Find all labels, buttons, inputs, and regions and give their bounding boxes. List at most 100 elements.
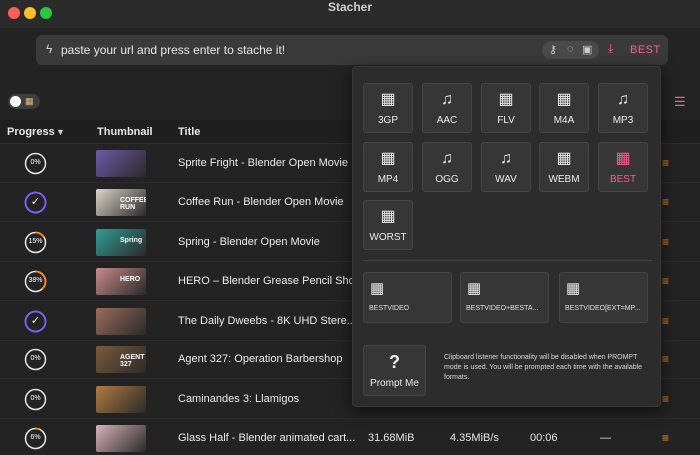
format-option-3gp[interactable]: ▦ 3GP [363, 83, 413, 133]
cookie-icon[interactable]: ◌ [567, 43, 574, 55]
video-thumbnail [96, 425, 146, 452]
row-menu-icon[interactable]: ≡ [662, 314, 669, 328]
prompt-note: Clipboard listener functionality will be… [444, 354, 643, 381]
app-window: Stacher ϟ paste your url and press enter… [0, 0, 700, 455]
download-icon: ⤓ [608, 41, 614, 55]
video-combo-option[interactable]: ▦ BESTVIDEO[EXT=MP... [559, 272, 648, 323]
video-thumbnail [96, 308, 146, 335]
archive-icon[interactable]: ▣ [582, 43, 592, 56]
thumbnail-text: HERO [120, 276, 141, 283]
thumbnail-text: Spring [120, 237, 143, 244]
film-icon: ▦ [498, 91, 514, 108]
music-note-icon: ♫ [500, 150, 512, 167]
progress-percent: 0% [30, 355, 41, 362]
format-dropdown: ▦ 3GP ♫ AAC ▦ FLV ▦ M4A ♫ MP3 ▦ MP4 ♫ OGG ♫ WAV ▦ WEBM ▦ BE… [352, 66, 661, 407]
format-label: FLV [497, 115, 515, 126]
column-header-title[interactable]: Title [178, 126, 200, 138]
progress-percent: 6% [30, 434, 41, 441]
title-bar: Stacher [0, 0, 700, 28]
video-combo-option[interactable]: ▦ BESTVIDEO+BESTA... [460, 272, 549, 323]
row-menu-icon[interactable]: ≡ [662, 431, 669, 445]
music-note-icon: ♫ [617, 91, 629, 108]
format-label: 3GP [377, 115, 398, 126]
film-icon: ▦ [566, 280, 581, 297]
video-combo-label: BESTVIDEO[EXT=MP... [565, 305, 641, 312]
film-icon: ▦ [380, 91, 396, 108]
film-icon: ▦ [556, 91, 572, 108]
video-thumbnail: Spring [96, 229, 146, 256]
video-title: Sprite Fright - Blender Open Movie [178, 157, 348, 169]
film-icon: ▦ [556, 150, 572, 167]
row-menu-icon[interactable]: ≡ [662, 352, 669, 366]
format-option-wav[interactable]: ♫ WAV [481, 142, 531, 192]
format-option-ogg[interactable]: ♫ OGG [422, 142, 472, 192]
video-combo-option[interactable]: ▦ BESTVIDEO [363, 272, 452, 323]
column-header-thumbnail[interactable]: Thumbnail [97, 126, 153, 138]
progress-percent: 0% [30, 395, 41, 402]
format-divider [363, 260, 652, 261]
format-label: OGG [435, 174, 459, 185]
prompt-me-label: Prompt Me [370, 378, 419, 389]
film-icon: ▦ [380, 208, 396, 225]
video-title: Glass Half - Blender animated cart... [178, 432, 356, 444]
progress-percent: 0% [30, 159, 41, 166]
key-icon[interactable]: ⚷ [549, 43, 557, 56]
format-label: WORST [369, 232, 407, 243]
film-icon: ▦ [370, 280, 385, 297]
video-thumbnail [96, 150, 146, 177]
progress-ring: 0% [24, 388, 47, 411]
table-row[interactable]: 6% Glass Half - Blender animated cart... 3… [0, 419, 700, 455]
format-option-aac[interactable]: ♫ AAC [422, 83, 472, 133]
row-menu-icon[interactable]: ≡ [662, 156, 669, 170]
format-option-best[interactable]: ▦ BEST [598, 142, 648, 192]
settings-sliders-icon[interactable]: ☰ [674, 94, 686, 110]
video-thumbnail: COFFEE RUN [96, 189, 146, 216]
column-header-progress[interactable]: Progress [7, 126, 55, 138]
video-thumbnail: HERO [96, 268, 146, 295]
url-tools-group: ⚷ ◌ ▣ [542, 41, 599, 59]
lightning-icon: ϟ [46, 42, 53, 56]
format-option-m4a[interactable]: ▦ M4A [539, 83, 589, 133]
row-menu-icon[interactable]: ≡ [662, 274, 669, 288]
prompt-me-button[interactable]: ? Prompt Me [363, 345, 426, 396]
check-icon: ✓ [30, 196, 41, 208]
video-title: Coffee Run - Blender Open Movie [178, 196, 344, 208]
toggle-knob [10, 96, 21, 107]
format-option-worst[interactable]: ▦ WORST [363, 200, 413, 250]
download-extra: — [600, 432, 611, 444]
download-speed: 4.35MiB/s [450, 432, 499, 444]
video-title: Caminandes 3: Llamigos [178, 393, 300, 405]
row-menu-icon[interactable]: ≡ [662, 195, 669, 209]
format-label: AAC [436, 115, 458, 126]
format-option-mp3[interactable]: ♫ MP3 [598, 83, 648, 133]
video-title: Agent 327: Operation Barbershop [178, 353, 343, 365]
video-title: Spring - Blender Open Movie [178, 236, 320, 248]
format-option-mp4[interactable]: ▦ MP4 [363, 142, 413, 192]
row-menu-icon[interactable]: ≡ [662, 235, 669, 249]
film-icon: ▦ [380, 150, 396, 167]
format-option-flv[interactable]: ▦ FLV [481, 83, 531, 133]
video-thumbnail [96, 386, 146, 413]
filter-funnel-icon[interactable]: ▼ [56, 127, 65, 137]
progress-ring: 0% [24, 348, 47, 371]
url-input[interactable]: ϟ paste your url and press enter to stac… [36, 35, 668, 65]
question-icon: ? [389, 352, 400, 372]
format-option-webm[interactable]: ▦ WEBM [539, 142, 589, 192]
download-size: 31.68MiB [368, 432, 415, 444]
view-mode-toggle[interactable]: ▦ [8, 94, 40, 109]
film-icon: ▦ [615, 150, 631, 167]
completed-ring: ✓ [24, 191, 47, 214]
format-label: WAV [495, 174, 517, 185]
row-menu-icon[interactable]: ≡ [662, 392, 669, 406]
url-placeholder: paste your url and press enter to stache… [61, 43, 286, 57]
download-eta: 00:06 [530, 432, 558, 444]
progress-ring: 38% [24, 270, 47, 293]
music-note-icon: ♫ [441, 91, 453, 108]
video-title: HERO – Blender Grease Pencil Sho... [178, 275, 364, 287]
video-combo-label: BESTVIDEO [369, 305, 410, 312]
format-select-label: BEST [630, 44, 661, 56]
check-icon: ✓ [30, 315, 41, 327]
thumbnail-text: COFFEE RUN [120, 197, 146, 211]
film-icon: ▦ [467, 280, 482, 297]
format-label: BEST [609, 174, 637, 185]
